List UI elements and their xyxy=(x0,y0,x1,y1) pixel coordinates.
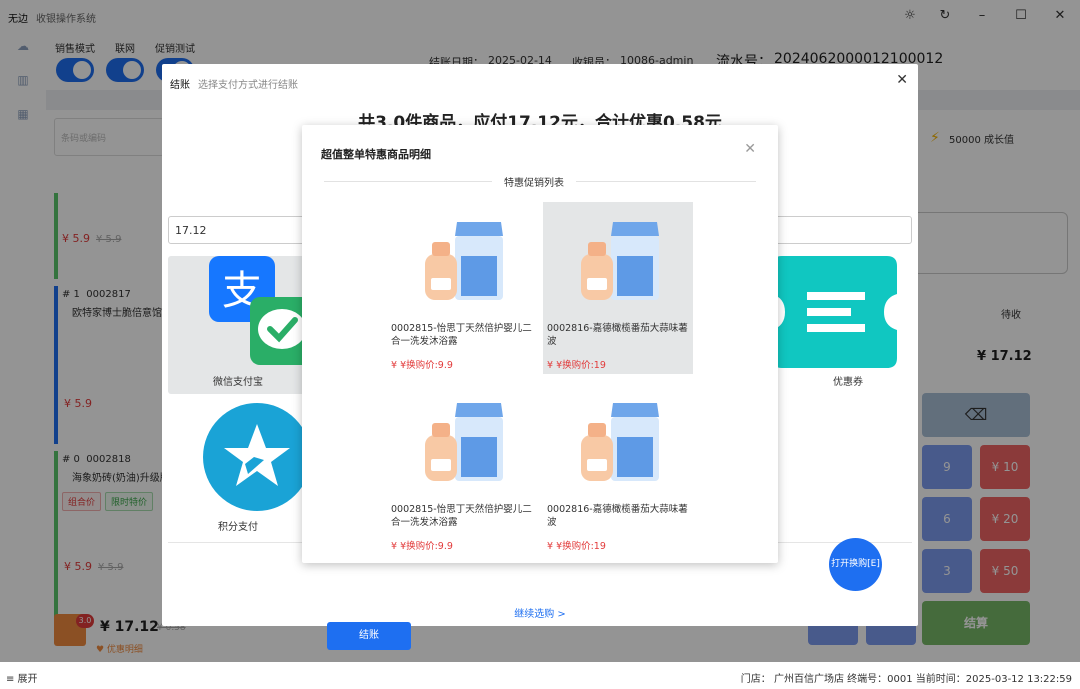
milk-product-icon xyxy=(425,403,503,481)
open-exchange-button[interactable]: 打开换购[E] xyxy=(829,538,882,591)
milk-product-icon xyxy=(581,403,659,481)
star-points-icon xyxy=(203,403,311,511)
pay-method-label: 优惠券 xyxy=(833,377,863,388)
section-label: 特惠促销列表 xyxy=(492,174,576,189)
pay-method-label: 微信支付宝 xyxy=(213,377,263,388)
alipay-wechat-icon: 支 xyxy=(209,256,312,365)
pay-method-points[interactable]: 积分支付 xyxy=(168,400,311,538)
expand-toggle[interactable]: ≡ 展开 xyxy=(6,670,38,685)
promo-detail-dialog: 超值整单特惠商品明细 ✕ 特惠促销列表 0002815-怡思丁天然倍护婴儿二合一… xyxy=(302,125,778,563)
product-price: ¥ ¥换购价:9.9 xyxy=(391,360,453,371)
store-info: 门店： 广州百信广场店 终端号：0001 当前时间：2025-03-12 13:… xyxy=(740,674,1072,685)
promo-detail-title: 超值整单特惠商品明细 xyxy=(321,148,431,161)
product-card[interactable]: 0002816-嘉德橄榄番茄大蒜味薯波 ¥ ¥换购价:19 xyxy=(543,383,693,555)
product-name: 0002816-嘉德橄榄番茄大蒜味薯波 xyxy=(547,504,688,528)
coupon-icon xyxy=(772,256,897,368)
product-name: 0002816-嘉德橄榄番茄大蒜味薯波 xyxy=(547,323,688,347)
checkout-title: 结账 xyxy=(170,80,190,91)
pay-button[interactable]: 结账 xyxy=(327,622,411,650)
promo-detail-close-icon[interactable]: ✕ xyxy=(744,141,756,157)
continue-shopping-link[interactable]: 继续选购 > xyxy=(162,605,918,620)
product-card[interactable]: 0002815-怡思丁天然倍护婴儿二合一洗发沐浴露 ¥ ¥换购价:9.9 xyxy=(387,383,537,555)
product-price: ¥ ¥换购价:9.9 xyxy=(391,541,453,552)
pay-method-label: 积分支付 xyxy=(218,522,258,533)
product-price: ¥ ¥换购价:19 xyxy=(547,360,606,371)
milk-product-icon xyxy=(425,222,503,300)
status-bar: ≡ 展开 门店： 广州百信广场店 终端号：0001 当前时间：2025-03-1… xyxy=(0,662,1080,689)
checkout-close-icon[interactable]: ✕ xyxy=(896,72,908,88)
product-price: ¥ ¥换购价:19 xyxy=(547,541,606,552)
pay-method-wechat-alipay[interactable]: 支 微信支付宝 xyxy=(168,256,312,394)
product-card[interactable]: 0002816-嘉德橄榄番茄大蒜味薯波 ¥ ¥换购价:19 xyxy=(543,202,693,374)
product-name: 0002815-怡思丁天然倍护婴儿二合一洗发沐浴露 xyxy=(391,504,532,528)
product-name: 0002815-怡思丁天然倍护婴儿二合一洗发沐浴露 xyxy=(391,323,532,347)
milk-product-icon xyxy=(581,222,659,300)
product-card[interactable]: 0002815-怡思丁天然倍护婴儿二合一洗发沐浴露 ¥ ¥换购价:9.9 xyxy=(387,202,537,374)
checkout-subtitle: 选择支付方式进行结账 xyxy=(198,80,298,91)
